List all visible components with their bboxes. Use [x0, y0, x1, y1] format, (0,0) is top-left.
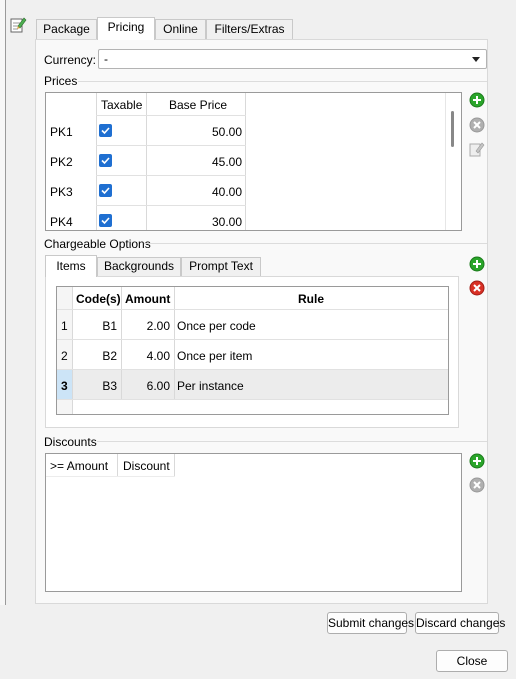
tab-items[interactable]: Items [45, 255, 97, 277]
add-discount-icon[interactable] [469, 453, 485, 469]
column-header-rule[interactable]: Rule [298, 292, 324, 306]
currency-select[interactable]: - [98, 49, 487, 69]
add-price-icon[interactable] [469, 92, 485, 108]
currency-value: - [104, 52, 108, 66]
scrollbar-thumb[interactable] [451, 111, 454, 147]
remove-price-icon[interactable] [469, 117, 485, 133]
rule-cell[interactable]: Once per item [177, 349, 252, 363]
edit-price-icon[interactable] [469, 141, 485, 157]
row-name: PK1 [50, 125, 73, 139]
column-header-discount[interactable]: Discount [123, 459, 170, 473]
tab-online[interactable]: Online [155, 19, 206, 39]
chargeable-options-heading: Chargeable Options [44, 237, 151, 251]
base-price-cell[interactable]: 30.00 [212, 215, 242, 229]
currency-label: Currency: [44, 53, 97, 67]
divider [97, 441, 487, 442]
discard-changes-button[interactable]: Discard changes [415, 612, 505, 634]
code-cell[interactable]: B1 [102, 319, 117, 333]
column-header-codes[interactable]: Code(s) [76, 292, 121, 306]
tab-filters-extras[interactable]: Filters/Extras [206, 19, 293, 39]
column-header-base-price[interactable]: Base Price [169, 98, 227, 112]
remove-discount-icon[interactable] [469, 477, 485, 493]
rule-cell[interactable]: Per instance [177, 379, 244, 393]
prices-heading: Prices [44, 74, 78, 88]
amount-cell[interactable]: 6.00 [147, 379, 170, 393]
taxable-checkbox[interactable] [99, 214, 112, 227]
amount-cell[interactable]: 4.00 [147, 349, 170, 363]
tab-prompt-text[interactable]: Prompt Text [181, 257, 261, 276]
row-name: PK2 [50, 155, 73, 169]
taxable-checkbox[interactable] [99, 124, 112, 137]
taxable-checkbox[interactable] [99, 154, 112, 167]
taxable-checkbox[interactable] [99, 184, 112, 197]
discounts-heading: Discounts [44, 435, 97, 449]
row-number[interactable]: 1 [61, 319, 68, 333]
column-header-taxable[interactable]: Taxable [101, 98, 142, 112]
divider [78, 81, 487, 82]
remove-item-icon[interactable] [469, 280, 485, 296]
column-header-min-amount[interactable]: >= Amount [50, 459, 108, 473]
prices-table: Taxable Base Price PK1 PK2 PK3 PK4 50.00… [45, 92, 462, 231]
row-name: PK4 [50, 215, 73, 229]
row-number[interactable]: 3 [61, 379, 68, 393]
add-item-icon[interactable] [469, 256, 485, 272]
close-button[interactable]: Close [436, 650, 508, 672]
submit-changes-button[interactable]: Submit changes [327, 612, 414, 634]
selected-row-highlight [72, 370, 448, 400]
left-panel-edge [0, 0, 6, 605]
tab-package[interactable]: Package [36, 19, 97, 39]
row-number[interactable]: 2 [61, 349, 68, 363]
edit-note-icon[interactable] [9, 16, 27, 34]
tab-backgrounds[interactable]: Backgrounds [97, 257, 181, 276]
rule-cell[interactable]: Once per code [177, 319, 256, 333]
base-price-cell[interactable]: 50.00 [212, 125, 242, 139]
chargeable-items-table: Code(s) Amount Rule 1 B1 2.00 Once per c… [56, 286, 449, 415]
chevron-down-icon [472, 57, 480, 62]
code-cell[interactable]: B3 [102, 379, 117, 393]
tab-pricing[interactable]: Pricing [97, 17, 155, 40]
discounts-table: >= Amount Discount [45, 453, 462, 592]
column-header-amount[interactable]: Amount [125, 292, 170, 306]
amount-cell[interactable]: 2.00 [147, 319, 170, 333]
row-name: PK3 [50, 185, 73, 199]
divider [144, 243, 487, 244]
code-cell[interactable]: B2 [102, 349, 117, 363]
base-price-cell[interactable]: 40.00 [212, 185, 242, 199]
base-price-cell[interactable]: 45.00 [212, 155, 242, 169]
